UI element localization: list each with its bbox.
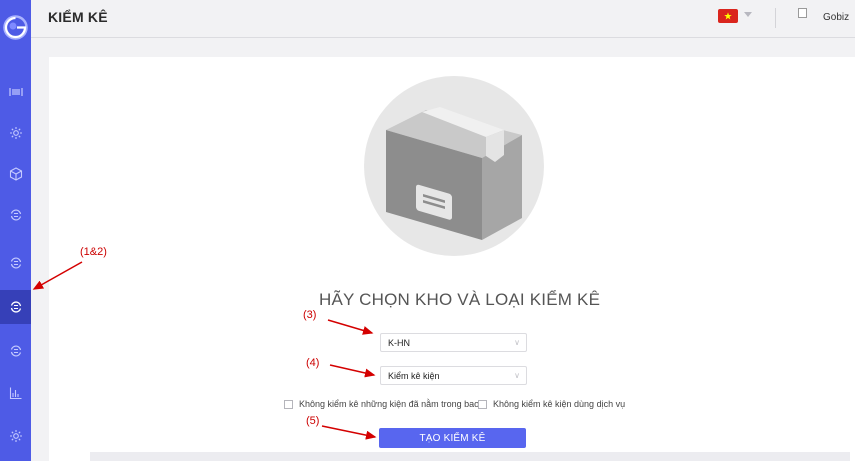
settings-sun-icon — [9, 430, 22, 442]
annotation-1-2: (1&2) — [80, 246, 107, 258]
exclude-in-bag-checkbox-row[interactable]: Không kiểm kê những kiện đã nằm trong ba… — [284, 398, 479, 410]
sidebar-item-sync-2[interactable] — [0, 246, 31, 280]
exclude-in-bag-label[interactable]: Không kiểm kê những kiện đã nằm trong ba… — [299, 399, 479, 409]
chevron-down-icon: ∨ — [514, 338, 520, 347]
app-logo-icon[interactable] — [2, 14, 29, 41]
warehouse-select-value: K-HN — [388, 338, 410, 348]
sync-icon — [10, 345, 21, 357]
avatar[interactable] — [798, 8, 807, 18]
sidebar-item-sync-3[interactable] — [0, 334, 31, 368]
package-illustration-icon — [386, 107, 522, 240]
sync-icon — [10, 257, 21, 269]
warehouse-select[interactable]: K-HN ∨ — [380, 333, 527, 352]
exclude-service-checkbox-row[interactable]: Không kiểm kê kiện dùng dịch vụ — [478, 398, 625, 410]
chevron-down-icon: ∨ — [514, 371, 520, 380]
exclude-service-checkbox[interactable] — [478, 399, 487, 409]
sidebar-item-reports[interactable] — [0, 376, 31, 410]
user-name[interactable]: Gobiz — [823, 12, 849, 23]
sidebar-item-sync-1[interactable] — [0, 198, 31, 232]
annotation-3: (3) — [303, 309, 317, 321]
app-window: { "header": { "title": "KIỂM KÊ", "user_… — [0, 0, 855, 461]
sidebar-item-settings[interactable] — [0, 116, 31, 150]
barcode-scan-icon — [8, 88, 23, 96]
main-heading: HÃY CHỌN KHO VÀ LOẠI KIỂM KÊ — [319, 290, 601, 309]
create-inventory-button[interactable]: TẠO KIỂM KÊ — [379, 428, 526, 448]
sidebar — [0, 0, 31, 461]
exclude-service-label[interactable]: Không kiểm kê kiện dùng dịch vụ — [493, 399, 625, 409]
page-title: KIỂM KÊ — [48, 9, 108, 25]
panel-footer-shade — [90, 452, 850, 461]
header-divider — [775, 8, 776, 28]
inventory-type-select[interactable]: Kiểm kê kiện ∨ — [380, 366, 527, 385]
vietnam-flag-icon[interactable] — [718, 9, 738, 23]
sidebar-item-inventory-active[interactable] — [0, 290, 31, 324]
sync-icon — [10, 301, 21, 313]
sidebar-item-scan[interactable] — [0, 75, 31, 109]
sidebar-item-config[interactable] — [0, 419, 31, 453]
bar-chart-icon — [9, 387, 21, 400]
top-header: KIỂM KÊ Gobiz — [31, 0, 855, 38]
settings-sun-icon — [9, 127, 22, 139]
sidebar-item-packages[interactable] — [0, 157, 31, 191]
package-icon — [9, 167, 22, 181]
annotation-4: (4) — [306, 357, 320, 369]
sync-icon — [10, 209, 21, 221]
inventory-type-select-value: Kiểm kê kiện — [388, 371, 440, 381]
annotation-5: (5) — [306, 415, 320, 427]
exclude-in-bag-checkbox[interactable] — [284, 399, 293, 409]
language-chevron-down-icon[interactable] — [744, 12, 752, 17]
